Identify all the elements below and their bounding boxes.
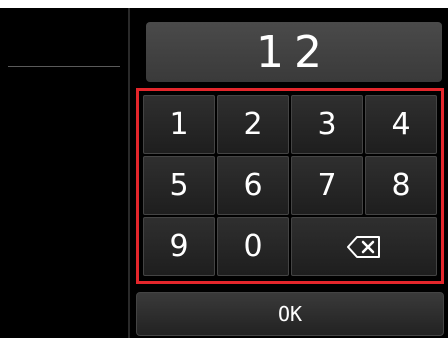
key-6[interactable]: 6 <box>217 156 289 215</box>
key-4[interactable]: 4 <box>365 95 437 154</box>
backspace-button[interactable] <box>291 217 437 276</box>
backspace-icon <box>347 235 381 258</box>
ok-button[interactable]: OK <box>136 292 444 336</box>
key-0[interactable]: 0 <box>217 217 289 276</box>
key-9[interactable]: 9 <box>143 217 215 276</box>
key-3[interactable]: 3 <box>291 95 363 154</box>
key-5[interactable]: 5 <box>143 156 215 215</box>
key-8[interactable]: 8 <box>365 156 437 215</box>
key-7[interactable]: 7 <box>291 156 363 215</box>
key-1[interactable]: 1 <box>143 95 215 154</box>
printer-panel: 12 1 2 3 4 5 6 7 8 9 0 OK <box>0 8 448 338</box>
numeric-keypad: 1 2 3 4 5 6 7 8 9 0 <box>136 88 444 284</box>
left-divider-line <box>8 66 120 67</box>
left-panel <box>0 8 128 338</box>
key-2[interactable]: 2 <box>217 95 289 154</box>
number-display: 12 <box>146 22 442 82</box>
panel-divider <box>128 8 130 338</box>
